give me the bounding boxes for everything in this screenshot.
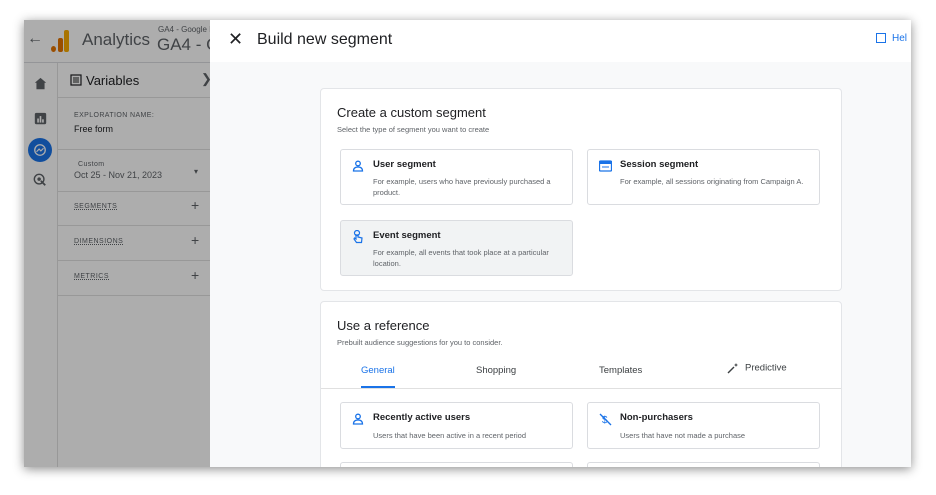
tab-templates[interactable]: Templates — [599, 365, 642, 376]
suggestion-recently-active-users[interactable]: Recently active users Users that have be… — [340, 402, 573, 449]
tab-shopping[interactable]: Shopping — [476, 365, 516, 376]
suggestion-title: Non-purchasers — [620, 412, 693, 423]
tabs-divider — [321, 388, 841, 389]
help-label: Hel — [892, 33, 908, 44]
session-segment-option[interactable]: Session segment For example, all session… — [587, 149, 820, 205]
event-icon — [351, 230, 365, 244]
suggestion-description: Users that have been active in a recent … — [373, 431, 527, 440]
custom-segment-card: Create a custom segment Select the type … — [320, 88, 842, 291]
session-icon — [598, 159, 612, 173]
build-segment-sheet: ✕ Build new segment Hel Create a custom … — [210, 20, 911, 467]
sheet-title: Build new segment — [257, 31, 393, 48]
event-segment-option[interactable]: Event segment For example, all events th… — [340, 220, 573, 276]
tab-predictive[interactable]: Predictive — [727, 362, 787, 374]
window-frame: ← Analytics GA4 - Google I GA4 - G Varia… — [24, 20, 911, 467]
option-title: User segment — [373, 159, 436, 170]
open-in-new-icon — [876, 33, 886, 44]
reference-subtitle: Prebuilt audience suggestions for you to… — [337, 338, 503, 347]
scrim-overlay[interactable] — [24, 20, 210, 467]
suggestion-description: Users that have not made a purchase — [620, 431, 746, 440]
suggestion-non-purchasers[interactable]: $ Non-purchasers Users that have not mad… — [587, 402, 820, 449]
magic-wand-icon — [727, 363, 738, 374]
reference-card: Use a reference Prebuilt audience sugges… — [320, 301, 842, 467]
option-description: For example, all sessions originating fr… — [620, 177, 804, 186]
option-title: Event segment — [373, 230, 441, 241]
option-description: For example, users who have previously p… — [373, 177, 551, 197]
user-icon — [351, 159, 365, 173]
custom-segment-title: Create a custom segment — [337, 105, 486, 120]
tab-predictive-label: Predictive — [745, 362, 787, 374]
option-description: For example, all events that took place … — [373, 248, 549, 268]
option-title: Session segment — [620, 159, 699, 170]
custom-segment-subtitle: Select the type of segment you want to c… — [337, 125, 490, 134]
suggestion-next-row[interactable] — [340, 462, 573, 467]
reference-title: Use a reference — [337, 318, 430, 333]
user-icon — [351, 412, 365, 426]
suggestion-next-row[interactable] — [587, 462, 820, 467]
tab-general[interactable]: General — [361, 365, 395, 376]
close-icon[interactable]: ✕ — [228, 29, 243, 50]
no-purchase-icon: $ — [598, 412, 612, 426]
sheet-header: ✕ Build new segment Hel — [210, 20, 911, 62]
suggestion-title: Recently active users — [373, 412, 471, 423]
user-segment-option[interactable]: User segment For example, users who have… — [340, 149, 573, 205]
help-link[interactable]: Hel — [876, 33, 907, 44]
